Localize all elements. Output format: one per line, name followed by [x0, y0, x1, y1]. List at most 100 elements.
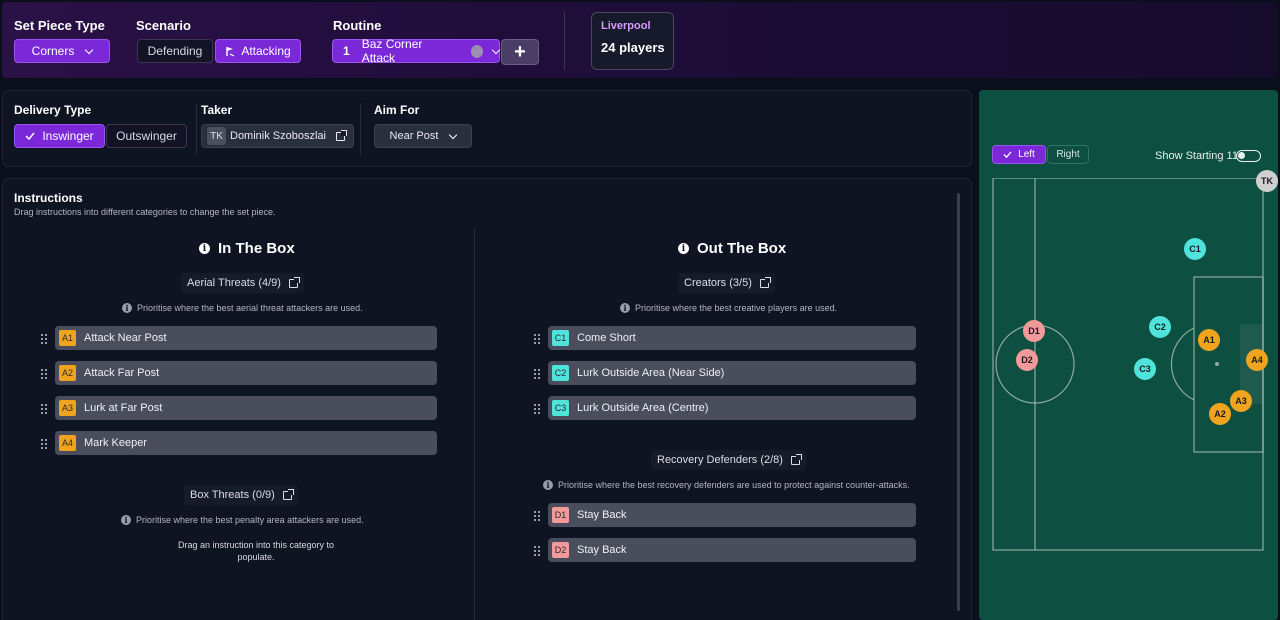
drag-handle-icon[interactable] [534, 369, 542, 379]
scenario-defending-button[interactable]: Defending [137, 39, 213, 63]
outswinger-button[interactable]: Outswinger [106, 124, 187, 148]
info-icon: i [678, 243, 689, 254]
creators-category[interactable]: Creators (3/5) [678, 273, 775, 293]
instruction-row[interactable]: C1 Come Short [548, 326, 916, 350]
side-right-button[interactable]: Right [1047, 145, 1089, 164]
instruction-label: Stay Back [577, 544, 627, 556]
scrollbar[interactable] [957, 193, 960, 611]
player-marker-a4[interactable]: A4 [1246, 349, 1268, 371]
recovery-defenders-category[interactable]: Recovery Defenders (2/8) [651, 450, 806, 470]
instruction-row[interactable]: A3 Lurk at Far Post [55, 396, 437, 420]
instruction-label: Stay Back [577, 509, 627, 521]
instruction-label: Attack Near Post [84, 332, 167, 344]
aerial-threats-category[interactable]: Aerial Threats (4/9) [181, 273, 304, 293]
routine-dropdown[interactable]: 1 Baz Corner Attack [332, 37, 501, 65]
instruction-badge: C3 [552, 400, 569, 416]
info-icon: i [620, 303, 630, 313]
instruction-row[interactable]: A1 Attack Near Post [55, 326, 437, 350]
creators-hint: i Prioritise where the best creative pla… [620, 303, 837, 313]
instruction-row[interactable]: C2 Lurk Outside Area (Near Side) [548, 361, 916, 385]
player-marker-c2[interactable]: C2 [1149, 316, 1171, 338]
team-player-count: 24 players [601, 40, 665, 55]
taker-select[interactable]: TK Dominik Szoboszlai [201, 124, 354, 148]
aim-for-dropdown[interactable]: Near Post [374, 124, 472, 148]
drag-handle-icon[interactable] [41, 334, 49, 344]
drag-handle-icon[interactable] [534, 511, 542, 521]
instruction-row[interactable]: D2 Stay Back [548, 538, 916, 562]
player-marker-a2[interactable]: A2 [1209, 403, 1231, 425]
show-starting-toggle[interactable] [1236, 150, 1261, 162]
show-starting-label: Show Starting 11 [1155, 150, 1238, 162]
instructions-title: Instructions [14, 191, 83, 205]
plus-icon: + [514, 40, 526, 63]
info-icon: i [121, 515, 131, 525]
external-link-icon[interactable] [335, 129, 347, 141]
out-the-box-label: Out The Box [697, 240, 787, 257]
scenario-attacking-button[interactable]: Attacking [215, 39, 301, 63]
instruction-row[interactable]: D1 Stay Back [548, 503, 916, 527]
external-link-icon[interactable] [790, 453, 802, 465]
drag-handle-icon[interactable] [534, 334, 542, 344]
delivery-type-label: Delivery Type [14, 103, 92, 117]
external-link-icon[interactable] [759, 276, 771, 288]
check-icon [25, 132, 35, 140]
player-marker-d1[interactable]: D1 [1023, 320, 1045, 342]
drag-handle-icon[interactable] [41, 439, 49, 449]
routine-label: Routine [333, 18, 382, 33]
instruction-label: Lurk at Far Post [84, 402, 163, 414]
external-link-icon[interactable] [288, 276, 300, 288]
info-icon: i [122, 303, 132, 313]
inswinger-label: Inswinger [42, 129, 94, 143]
instruction-badge: C2 [552, 365, 569, 381]
divider [564, 12, 565, 70]
box-threats-empty-state: Drag an instruction into this category t… [133, 539, 379, 563]
taker-badge: TK [207, 127, 226, 145]
set-piece-type-dropdown[interactable]: Corners [14, 39, 110, 63]
player-marker-c1[interactable]: C1 [1184, 238, 1206, 260]
instruction-row[interactable]: A4 Mark Keeper [55, 431, 437, 455]
instruction-badge: A4 [59, 435, 76, 451]
aerial-threats-hint-text: Prioritise where the best aerial threat … [137, 303, 363, 313]
info-icon: i [543, 480, 553, 490]
instruction-row[interactable]: C3 Lurk Outside Area (Centre) [548, 396, 916, 420]
chevron-down-icon [449, 130, 458, 139]
aim-for-value: Near Post [389, 130, 439, 142]
creators-hint-text: Prioritise where the best creative playe… [635, 303, 838, 313]
player-marker-a3[interactable]: A3 [1230, 390, 1252, 412]
drag-handle-icon[interactable] [534, 404, 542, 414]
delivery-panel: Delivery Type Inswinger Outswinger Taker… [2, 90, 972, 167]
scenario-defending-label: Defending [147, 44, 203, 58]
instruction-badge: A3 [59, 400, 76, 416]
player-marker-d2[interactable]: D2 [1016, 349, 1038, 371]
instruction-badge: D1 [552, 507, 569, 523]
instruction-badge: A2 [59, 365, 76, 381]
aim-for-label: Aim For [374, 103, 420, 117]
routine-status-dot [470, 44, 484, 58]
instruction-label: Mark Keeper [84, 437, 147, 449]
external-link-icon[interactable] [282, 488, 294, 500]
box-threats-category[interactable]: Box Threats (0/9) [184, 485, 298, 505]
player-marker-c3[interactable]: C3 [1134, 358, 1156, 380]
empty-state-line: populate. [237, 552, 275, 562]
drag-handle-icon[interactable] [41, 369, 49, 379]
instruction-row[interactable]: A2 Attack Far Post [55, 361, 437, 385]
column-divider [474, 227, 475, 620]
side-left-button[interactable]: Left [992, 145, 1046, 164]
box-threats-hint: i Prioritise where the best penalty area… [121, 515, 364, 525]
instruction-badge: C1 [552, 330, 569, 346]
aerial-threats-label: Aerial Threats (4/9) [187, 277, 281, 289]
set-piece-type-label: Set Piece Type [14, 18, 105, 33]
add-routine-button[interactable]: + [501, 39, 539, 65]
player-marker-a1[interactable]: A1 [1198, 329, 1220, 351]
routine-number: 1 [343, 44, 350, 58]
creators-label: Creators (3/5) [684, 277, 752, 289]
divider [196, 103, 197, 155]
taker-marker[interactable]: TK [1256, 170, 1278, 192]
drag-handle-icon[interactable] [41, 404, 49, 414]
side-right-label: Right [1056, 149, 1080, 160]
inswinger-button[interactable]: Inswinger [14, 124, 105, 148]
top-bar: Set Piece Type Corners Scenario Defendin… [2, 2, 1277, 78]
team-card[interactable]: Liverpool 24 players [591, 12, 674, 70]
drag-handle-icon[interactable] [534, 546, 542, 556]
corner-flag-icon [226, 46, 235, 57]
